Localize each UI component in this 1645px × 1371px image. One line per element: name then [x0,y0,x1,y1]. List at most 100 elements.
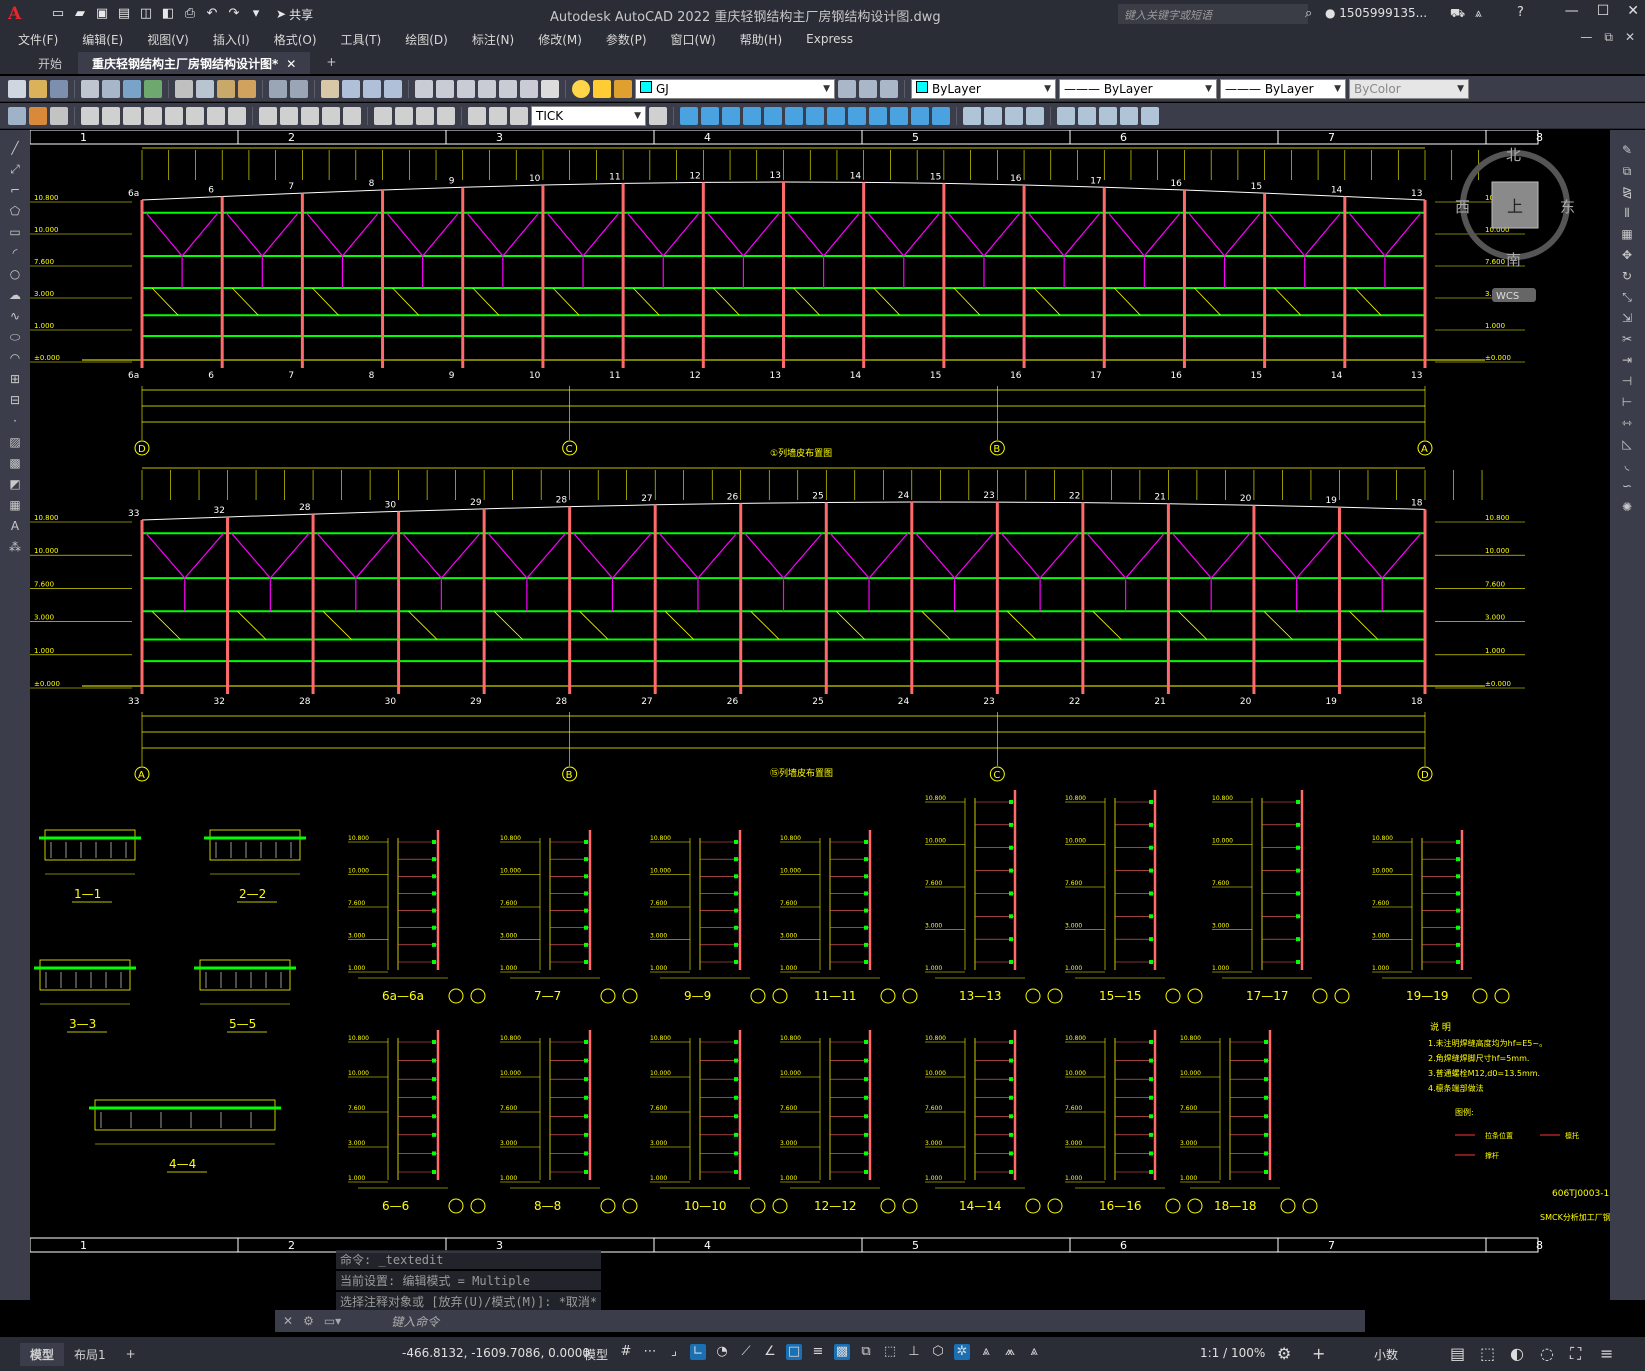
selection-cycling-icon[interactable]: ⧉ [858,1344,874,1360]
dimension-break-icon[interactable] [343,106,361,125]
design-center-icon[interactable] [436,79,454,98]
lights-icon[interactable] [1026,106,1044,125]
lineweight-icon[interactable]: ≡ [810,1344,826,1360]
3d-print-icon[interactable] [144,79,162,98]
transparency-icon[interactable]: ▩ [834,1344,850,1360]
tolerance-icon[interactable] [374,106,392,125]
layer-on-icon[interactable] [572,79,590,98]
close-command-icon[interactable]: ✕ [283,1314,293,1328]
ellipse-icon[interactable]: ⬭ [7,329,23,345]
isolate-objects-icon[interactable]: ◐ [1510,1344,1524,1363]
menu-edit[interactable]: 编辑(E) [82,31,123,48]
move-icon[interactable]: ✥ [1619,247,1635,263]
tab-close-icon[interactable]: ✕ [286,57,296,71]
ortho-icon[interactable]: ∟ [690,1344,706,1360]
3d-wedge-icon[interactable] [701,106,719,125]
add-layout-icon[interactable]: + [116,1344,146,1364]
viewcube-west-label[interactable]: 西 [1455,198,1470,216]
open-web-icon[interactable]: ◫ [138,6,154,22]
cad-drawing[interactable]: 12345678 6a6a667788991010111112121313141… [29,129,1627,1300]
search-icon[interactable]: ⌕ [1305,6,1312,21]
region-icon[interactable]: ◩ [7,476,23,492]
blend-curves-icon[interactable]: ∽ [1619,478,1635,494]
spline-icon[interactable]: ∿ [7,308,23,324]
isodraft-icon[interactable]: ⟋ [738,1344,754,1360]
cut-icon[interactable] [175,79,193,98]
dynamic-ucs-icon[interactable]: ⊥ [906,1344,922,1360]
dimstyle-dropdown[interactable]: TICK ▼ [531,105,646,126]
menu-express[interactable]: Express [806,32,853,46]
menu-parametric[interactable]: 参数(P) [606,31,647,48]
annotation-visibility-icon[interactable]: ⩓ [978,1344,994,1360]
mirror-icon[interactable]: ⧎ [1619,184,1635,200]
tool-palettes-icon[interactable] [457,79,475,98]
break-icon[interactable]: ⊢ [1619,394,1635,410]
inspection-icon[interactable] [416,106,434,125]
circle-icon[interactable]: ○ [7,266,23,282]
infer-icon[interactable]: ⌟ [666,1344,682,1360]
minimize-icon[interactable]: — [1565,3,1579,19]
gizmo-icon[interactable]: ✲ [954,1344,970,1360]
intersect-icon[interactable] [932,106,950,125]
array-icon[interactable]: ▦ [1619,226,1635,242]
render-icon[interactable] [984,106,1002,125]
polygon-icon[interactable]: ⬠ [7,203,23,219]
coordinates-readout[interactable]: -466.8132, -1609.7086, 0.0000 [402,1346,590,1360]
pan-icon[interactable] [321,79,339,98]
scale-icon[interactable]: ⤡ [1619,289,1635,305]
selection-filter-icon[interactable]: ⬡ [930,1344,946,1360]
viewcube-north-label[interactable]: 北 [1506,146,1521,164]
annotation-scale-icon[interactable]: ⩓ [1026,1344,1042,1360]
paste-icon[interactable] [217,79,235,98]
copy-icon[interactable] [196,79,214,98]
color-dropdown[interactable]: ByLayer ▼ [911,78,1056,99]
grid-icon[interactable]: # [618,1344,634,1360]
dimension-edit-icon[interactable] [468,106,486,125]
new-icon[interactable] [8,79,26,98]
customize-command-icon[interactable]: ⚙ [303,1314,314,1328]
open-icon[interactable] [29,79,47,98]
zoom-window-icon[interactable] [363,79,381,98]
viewcube-top-label[interactable]: 上 [1507,197,1523,216]
dimstyle-manager-icon[interactable] [649,106,667,125]
dimension-update-icon[interactable] [510,106,528,125]
properties-toggle-icon[interactable] [8,106,26,125]
save-as-icon[interactable]: ▤ [116,6,132,22]
menu-modify[interactable]: 修改(M) [538,31,582,48]
extend-icon[interactable]: ⇥ [1619,352,1635,368]
wcs-label[interactable]: WCS [1496,291,1519,302]
viewcube-east-label[interactable]: 东 [1560,198,1575,216]
command-input[interactable]: 键入命令 [391,1313,439,1330]
sheet-set-icon[interactable] [478,79,496,98]
gradient-icon[interactable]: ▩ [7,455,23,471]
line-icon[interactable]: ╱ [7,140,23,156]
match-properties-icon[interactable] [238,79,256,98]
continue-icon[interactable] [301,106,319,125]
help-icon[interactable]: ? [1517,5,1524,20]
menu-dimension[interactable]: 标注(N) [472,31,514,48]
hatch-icon[interactable]: ▨ [7,434,23,450]
autodesk-a360-icon[interactable]: ⩓ [1475,6,1482,21]
menu-help[interactable]: 帮助(H) [740,31,782,48]
save-icon[interactable]: ▣ [94,6,110,22]
space-toggle[interactable]: 模型 [584,1346,608,1363]
menu-insert[interactable]: 插入(I) [213,31,250,48]
annotation-scale-readout[interactable]: 1:1 / 100% [1200,1346,1265,1360]
linear-dimension-icon[interactable] [81,106,99,125]
layer-previous-icon[interactable] [859,79,877,98]
3d-sphere-icon[interactable] [743,106,761,125]
jogged-linear-icon[interactable] [437,106,455,125]
materials-icon[interactable] [1005,106,1023,125]
publish-icon[interactable] [123,79,141,98]
menu-draw[interactable]: 绘图(D) [405,31,448,48]
center-mark-icon[interactable] [395,106,413,125]
jogged-dimension-icon[interactable] [186,106,204,125]
lineweight-dropdown[interactable]: ——— ByLayer ▼ [1220,78,1346,99]
new-file-icon[interactable]: ▭ [50,6,66,22]
3d-cone-icon[interactable] [722,106,740,125]
trim-icon[interactable]: ✂ [1619,331,1635,347]
customization-icon[interactable]: ≡ [1600,1344,1613,1363]
redo-icon[interactable]: ↷ [226,6,242,22]
clean-screen-icon[interactable]: ⛶ [1570,1344,1581,1364]
polyline-icon[interactable]: ⌐ [7,182,23,198]
